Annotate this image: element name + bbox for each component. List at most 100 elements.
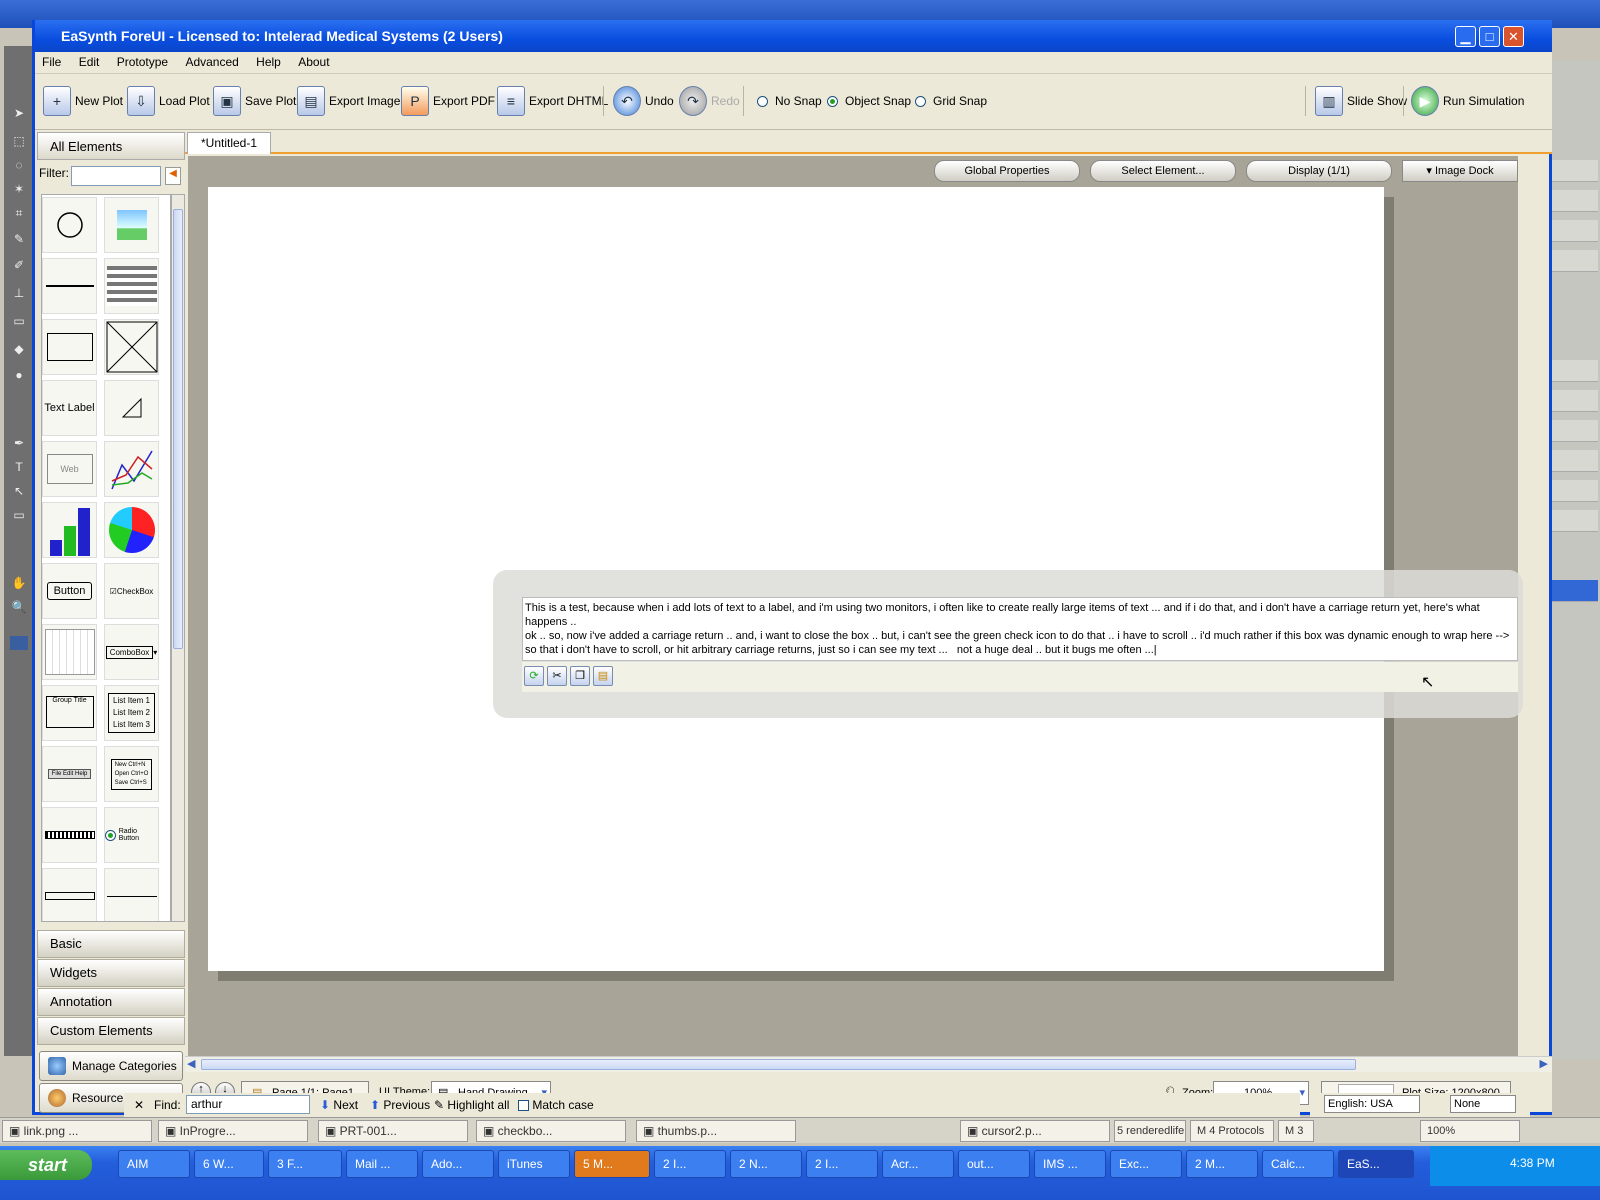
bucket-tool-icon[interactable]: ◆ <box>10 342 28 356</box>
cut-icon[interactable]: ✂ <box>547 666 567 686</box>
export-dhtml-button[interactable]: ≡ Export DHTML <box>497 84 608 118</box>
global-properties-button[interactable]: Global Properties <box>934 160 1080 182</box>
palette-combobox[interactable]: ComboBox ▾ <box>104 624 159 680</box>
save-plot-button[interactable]: ▣ Save Plot <box>213 84 296 118</box>
menu-advanced[interactable]: Advanced <box>178 52 245 72</box>
minimize-icon[interactable]: ▁ <box>1455 26 1476 47</box>
palette-group[interactable]: Group Title <box>42 685 97 741</box>
task-firefox[interactable]: 3 F... <box>268 1150 342 1178</box>
antialias-select[interactable]: None <box>1450 1095 1516 1113</box>
maximize-icon[interactable]: □ <box>1479 26 1500 47</box>
horizontal-scroll-thumb[interactable] <box>201 1059 1356 1070</box>
category-annotation[interactable]: Annotation <box>37 988 185 1016</box>
menu-edit[interactable]: Edit <box>72 52 107 72</box>
palette-button[interactable]: Button <box>42 563 97 619</box>
category-custom-elements[interactable]: Custom Elements <box>37 1017 185 1045</box>
match-case-checkbox[interactable]: Match case <box>518 1093 594 1117</box>
color-swatch[interactable] <box>10 636 28 650</box>
category-basic[interactable]: Basic <box>37 930 185 958</box>
task-acrobat[interactable]: Acr... <box>882 1150 954 1178</box>
type-tool-icon[interactable]: T <box>10 460 28 474</box>
label-text-input[interactable]: This is a test, because when i add lots … <box>522 597 1518 661</box>
task-ims[interactable]: IMS ... <box>1034 1150 1106 1178</box>
menu-about[interactable]: About <box>291 52 336 72</box>
palette-scroll-thumb[interactable] <box>173 209 183 649</box>
palette-progress-bar[interactable] <box>42 807 97 863</box>
palette-menu-bar[interactable]: File Edit Help <box>42 746 97 802</box>
export-pdf-button[interactable]: P Export PDF <box>401 84 495 118</box>
find-close-icon[interactable]: ✕ <box>134 1093 144 1117</box>
palette-line-chart[interactable] <box>104 441 159 497</box>
palette-triangle[interactable] <box>104 380 159 436</box>
task-calculator[interactable]: Calc... <box>1262 1150 1334 1178</box>
eraser-tool-icon[interactable]: ▭ <box>10 314 28 328</box>
display-button[interactable]: Display (1/1) <box>1246 160 1392 182</box>
filter-input[interactable] <box>71 166 161 186</box>
file-tab[interactable]: ▣ link.png ... <box>2 1120 152 1142</box>
copy-icon[interactable]: ❐ <box>570 666 590 686</box>
refresh-icon[interactable]: ⟳ <box>524 666 544 686</box>
palette-scrollbar-track[interactable] <box>171 194 185 922</box>
no-snap-radio[interactable]: No Snap <box>757 84 822 118</box>
move-tool-icon[interactable]: ➤ <box>10 106 28 120</box>
find-input[interactable]: arthur <box>186 1095 310 1114</box>
task-yahoo[interactable]: 2 I... <box>806 1150 878 1178</box>
palette-rectangle[interactable] <box>42 319 97 375</box>
start-button[interactable]: start <box>0 1150 92 1180</box>
file-tab[interactable]: ▣ checkbo... <box>476 1120 626 1142</box>
eyedropper-tool-icon[interactable]: ✎ <box>10 232 28 246</box>
shape-tool-icon[interactable]: ▭ <box>10 508 28 522</box>
selection-tool-icon[interactable]: ↖ <box>10 484 28 498</box>
run-simulation-button[interactable]: ▶ Run Simulation <box>1411 84 1524 118</box>
lasso-tool-icon[interactable]: ◌ <box>10 158 28 172</box>
palette-bar-chart[interactable] <box>42 502 97 558</box>
task-itunes[interactable]: iTunes <box>498 1150 570 1178</box>
palette-pie-chart[interactable] <box>104 502 159 558</box>
manage-categories-button[interactable]: Manage Categories <box>39 1051 183 1081</box>
file-tab[interactable]: ▣ thumbs.p... <box>636 1120 796 1142</box>
highlight-all-button[interactable]: ✎ Highlight all <box>434 1093 509 1117</box>
find-previous-button[interactable]: ⬆ Previous <box>370 1093 430 1117</box>
palette-radio[interactable]: Radio Button <box>104 807 159 863</box>
filter-clear-icon[interactable]: ◀ <box>165 167 181 185</box>
task-messenger[interactable]: 2 M... <box>1186 1150 1258 1178</box>
file-tab[interactable]: 5 renderedlife <box>1114 1120 1186 1142</box>
task-ie[interactable]: 2 I... <box>654 1150 726 1178</box>
palette-image[interactable] <box>104 197 159 253</box>
task-excel[interactable]: Exc... <box>1110 1150 1182 1178</box>
menu-help[interactable]: Help <box>249 52 288 72</box>
task-mail[interactable]: Mail ... <box>346 1150 418 1178</box>
palette-circle[interactable] <box>42 197 97 253</box>
stamp-tool-icon[interactable]: ⊥ <box>10 286 28 300</box>
paste-icon[interactable]: ▤ <box>593 666 613 686</box>
file-tab[interactable]: ▣ InProgre... <box>158 1120 308 1142</box>
palette-text-block[interactable] <box>104 258 159 314</box>
task-word[interactable]: 5 M... <box>574 1150 650 1178</box>
marquee-tool-icon[interactable]: ⬚ <box>10 134 28 148</box>
file-tab[interactable]: ▣ cursor2.p... <box>960 1120 1110 1142</box>
palette-list[interactable]: List Item 1 List Item 2 List Item 3 <box>104 685 159 741</box>
tab-untitled-1[interactable]: *Untitled-1 <box>187 132 271 154</box>
load-plot-button[interactable]: ⇩ Load Plot <box>127 84 210 118</box>
find-next-button[interactable]: ⬇ Next <box>320 1093 358 1117</box>
object-snap-radio[interactable]: Object Snap <box>827 84 911 118</box>
scroll-left-icon[interactable]: ◀ <box>187 1057 195 1070</box>
palette-slider[interactable] <box>104 868 159 921</box>
palette-line[interactable] <box>42 258 97 314</box>
task-easynth[interactable]: EaS... <box>1338 1150 1414 1178</box>
palette-scrollbar[interactable] <box>42 868 97 921</box>
undo-button[interactable]: ↶ Undo <box>613 84 674 118</box>
file-tab[interactable]: M 4 Protocols <box>1190 1120 1274 1142</box>
grid-snap-radio[interactable]: Grid Snap <box>915 84 987 118</box>
menu-file[interactable]: File <box>35 52 68 72</box>
palette-checkbox[interactable]: ☑ CheckBox <box>104 563 159 619</box>
zoom-tool-icon[interactable]: 🔍 <box>10 600 28 614</box>
redo-button[interactable]: ↷ Redo <box>679 84 740 118</box>
language-select[interactable]: English: USA <box>1324 1095 1420 1113</box>
menu-prototype[interactable]: Prototype <box>110 52 175 72</box>
close-icon[interactable]: ✕ <box>1503 26 1524 47</box>
file-tab[interactable]: M 3 <box>1278 1120 1314 1142</box>
export-image-button[interactable]: ▤ Export Image <box>297 84 400 118</box>
ps-zoom-field[interactable]: 100% <box>1420 1120 1520 1142</box>
hand-tool-icon[interactable]: ✋ <box>10 576 28 590</box>
